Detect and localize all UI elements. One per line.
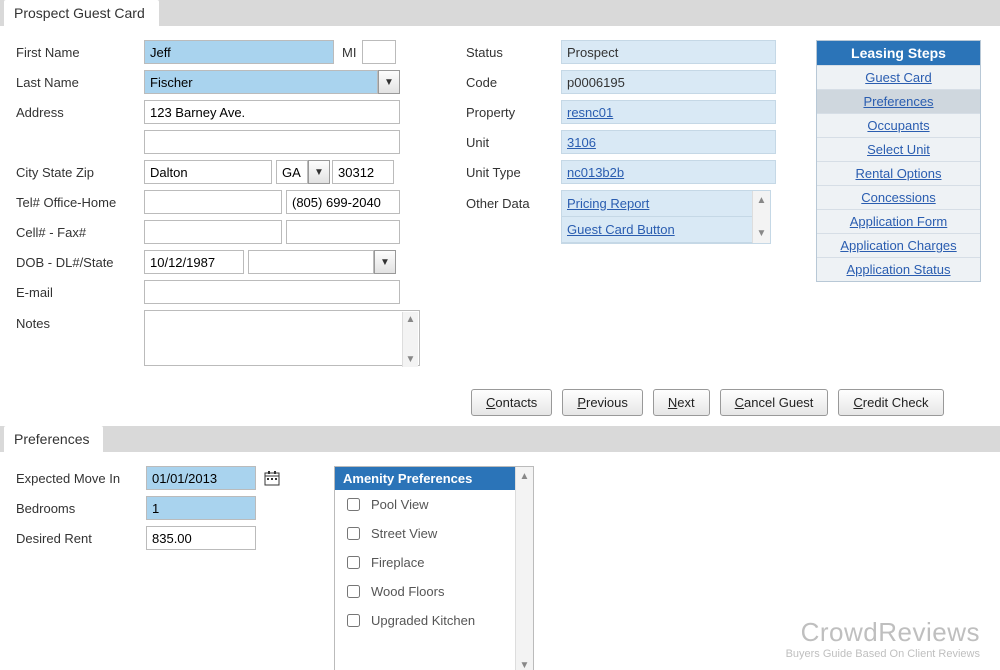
cell-input[interactable] — [144, 220, 282, 244]
move-in-input[interactable] — [146, 466, 256, 490]
first-name-input[interactable] — [144, 40, 334, 64]
step-application-status[interactable]: Application Status — [817, 257, 980, 281]
rent-input[interactable] — [146, 526, 256, 550]
label-last-name: Last Name — [16, 75, 144, 90]
other-data-list: Pricing Report Guest Card Button — [562, 191, 752, 243]
email-input[interactable] — [144, 280, 400, 304]
mi-input[interactable] — [362, 40, 396, 64]
label-unit: Unit — [466, 135, 561, 150]
amenity-scrollbar[interactable]: ▲▼ — [515, 467, 533, 670]
watermark-title: CrowdReviews — [786, 617, 980, 648]
other-data-scrollbar[interactable]: ▲▼ — [752, 191, 770, 243]
leasing-steps-panel: Leasing Steps Guest Card Preferences Occ… — [816, 40, 981, 282]
amenity-checkbox-wood-floors[interactable] — [347, 585, 360, 598]
section-bar-preferences: Preferences — [0, 426, 1000, 452]
notes-textarea[interactable] — [144, 310, 420, 366]
property-link[interactable]: resnc01 — [567, 105, 613, 120]
dl-number-input[interactable] — [248, 250, 374, 274]
label-other-data: Other Data — [466, 190, 561, 211]
label-bedrooms: Bedrooms — [16, 501, 146, 516]
notes-scrollbar[interactable]: ▲▼ — [402, 312, 418, 367]
status-value: Prospect — [561, 40, 776, 64]
amenity-item: Wood Floors — [335, 577, 515, 606]
other-data-link[interactable]: Guest Card Button — [567, 222, 675, 237]
unit-type-link[interactable]: nc013b2b — [567, 165, 624, 180]
step-concessions[interactable]: Concessions — [817, 185, 980, 209]
amenity-item: Street View — [335, 519, 515, 548]
step-rental-options[interactable]: Rental Options — [817, 161, 980, 185]
unit-value: 3106 — [561, 130, 776, 154]
step-guest-card[interactable]: Guest Card — [817, 65, 980, 89]
last-name-input[interactable] — [144, 70, 378, 94]
property-value: resnc01 — [561, 100, 776, 124]
other-data-link[interactable]: Pricing Report — [567, 196, 649, 211]
label-mi: MI — [342, 45, 356, 60]
amenity-checkbox-upgraded-kitchen[interactable] — [347, 614, 360, 627]
amenity-label: Fireplace — [371, 555, 424, 570]
previous-button[interactable]: Previous — [562, 389, 643, 416]
step-application-charges[interactable]: Application Charges — [817, 233, 980, 257]
label-move-in: Expected Move In — [16, 471, 146, 486]
cancel-guest-button[interactable]: Cancel Guest — [720, 389, 829, 416]
step-select-unit[interactable]: Select Unit — [817, 137, 980, 161]
label-dob-dl: DOB - DL#/State — [16, 255, 144, 270]
label-notes: Notes — [16, 310, 144, 331]
amenity-checkbox-street-view[interactable] — [347, 527, 360, 540]
step-occupants[interactable]: Occupants — [817, 113, 980, 137]
tel-office-input[interactable] — [144, 190, 282, 214]
watermark: CrowdReviews Buyers Guide Based On Clien… — [786, 617, 980, 660]
amenity-item: Pool View — [335, 490, 515, 519]
section-bar-guest-card: Prospect Guest Card — [0, 0, 1000, 26]
zip-input[interactable] — [332, 160, 394, 184]
last-name-dropdown-button[interactable]: ▼ — [378, 70, 400, 94]
label-code: Code — [466, 75, 561, 90]
label-first-name: First Name — [16, 45, 144, 60]
label-email: E-mail — [16, 285, 144, 300]
label-unit-type: Unit Type — [466, 165, 561, 180]
step-preferences[interactable]: Preferences — [817, 89, 980, 113]
address2-input[interactable] — [144, 130, 400, 154]
amenity-label: Pool View — [371, 497, 429, 512]
calendar-icon[interactable] — [262, 468, 282, 488]
step-application-form[interactable]: Application Form — [817, 209, 980, 233]
label-status: Status — [466, 45, 561, 60]
contacts-button[interactable]: Contacts — [471, 389, 552, 416]
amenity-preferences-box: Amenity Preferences Pool View Street Vie… — [334, 466, 534, 670]
code-value: p0006195 — [561, 70, 776, 94]
label-address: Address — [16, 105, 144, 120]
amenity-item: Upgraded Kitchen — [335, 606, 515, 635]
label-city-state-zip: City State Zip — [16, 165, 144, 180]
city-input[interactable] — [144, 160, 272, 184]
amenity-checkbox-fireplace[interactable] — [347, 556, 360, 569]
unit-type-value: nc013b2b — [561, 160, 776, 184]
next-button[interactable]: Next — [653, 389, 710, 416]
unit-link[interactable]: 3106 — [567, 135, 596, 150]
amenity-label: Street View — [371, 526, 437, 541]
label-property: Property — [466, 105, 561, 120]
amenity-item: Fireplace — [335, 548, 515, 577]
state-dropdown-button[interactable]: ▼ — [308, 160, 330, 184]
credit-check-button[interactable]: Credit Check — [838, 389, 943, 416]
dl-state-dropdown-button[interactable]: ▼ — [374, 250, 396, 274]
section-tab-preferences: Preferences — [4, 426, 103, 452]
bedrooms-input[interactable] — [146, 496, 256, 520]
label-cell-fax: Cell# - Fax# — [16, 225, 144, 240]
label-rent: Desired Rent — [16, 531, 146, 546]
fax-input[interactable] — [286, 220, 400, 244]
section-tab-guest-card: Prospect Guest Card — [4, 0, 159, 26]
tel-home-input[interactable] — [286, 190, 400, 214]
amenity-label: Upgraded Kitchen — [371, 613, 475, 628]
state-input[interactable] — [276, 160, 308, 184]
amenity-label: Wood Floors — [371, 584, 444, 599]
watermark-sub: Buyers Guide Based On Client Reviews — [786, 648, 980, 660]
leasing-steps-header: Leasing Steps — [817, 41, 980, 65]
amenity-checkbox-pool-view[interactable] — [347, 498, 360, 511]
amenity-header: Amenity Preferences — [335, 467, 515, 490]
address-input[interactable] — [144, 100, 400, 124]
dob-input[interactable] — [144, 250, 244, 274]
label-tel: Tel# Office-Home — [16, 195, 144, 210]
